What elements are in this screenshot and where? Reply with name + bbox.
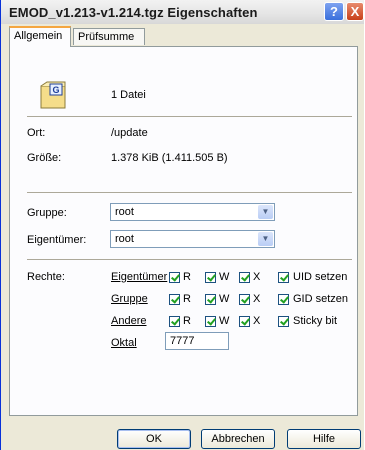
sticky-checkbox[interactable] (278, 316, 289, 327)
other-exec-label: X (253, 315, 261, 327)
general-panel: G 1 Datei Ort: /update Größe: 1.378 KiB … (9, 46, 358, 416)
rights-owner-label: Eigentümer (111, 271, 168, 283)
cancel-button[interactable]: Abbrechen (201, 429, 275, 449)
title-bar[interactable]: EMOD_v1.213-v1.214.tgz Eigenschaften ? X (1, 0, 364, 24)
svg-text:G: G (52, 85, 59, 95)
ok-button[interactable]: OK (117, 429, 191, 449)
owner-write-checkbox[interactable] (205, 272, 216, 283)
properties-dialog: EMOD_v1.213-v1.214.tgz Eigenschaften ? X… (0, 0, 364, 450)
divider (27, 116, 352, 117)
other-read-label: R (183, 315, 191, 327)
size-value: 1.378 KiB (1.411.505 B) (111, 152, 228, 164)
owner-select-value: root (115, 233, 134, 245)
owner-read-checkbox[interactable] (169, 272, 180, 283)
group-select-value: root (115, 206, 134, 218)
octal-input[interactable] (165, 332, 229, 350)
help-icon[interactable]: ? (324, 2, 344, 21)
owner-select[interactable]: root ▼ (110, 230, 275, 248)
rights-other-label: Andere (111, 315, 147, 327)
group-read-label: R (183, 293, 191, 305)
divider (27, 259, 352, 260)
group-exec-label: X (253, 293, 261, 305)
divider (27, 192, 352, 193)
uid-label: UID setzen (293, 271, 348, 283)
sticky-label: Sticky bit (293, 315, 338, 327)
group-write-checkbox[interactable] (205, 294, 216, 305)
tab-allgemein[interactable]: Allgemein (9, 26, 71, 47)
help-button[interactable]: Hilfe (287, 429, 361, 449)
tab-pruefsumme[interactable]: Prüfsumme (73, 28, 145, 45)
gid-label: GID setzen (293, 293, 349, 305)
owner-read-label: R (183, 271, 191, 283)
other-write-checkbox[interactable] (205, 316, 216, 327)
file-count: 1 Datei (111, 89, 146, 101)
archive-file-icon: G (40, 81, 66, 109)
uid-checkbox[interactable] (278, 272, 289, 283)
location-value: /update (111, 127, 148, 139)
other-exec-checkbox[interactable] (239, 316, 250, 327)
rights-label: Rechte: (27, 271, 65, 283)
other-write-label: W (219, 315, 230, 327)
other-read-checkbox[interactable] (169, 316, 180, 327)
group-write-label: W (219, 293, 230, 305)
owner-write-label: W (219, 271, 230, 283)
window-title: EMOD_v1.213-v1.214.tgz Eigenschaften (9, 5, 258, 20)
octal-label: Oktal (111, 337, 137, 349)
group-label: Gruppe: (27, 207, 67, 219)
group-exec-checkbox[interactable] (239, 294, 250, 305)
rights-group-label: Gruppe (111, 293, 148, 305)
location-label: Ort: (27, 127, 46, 139)
close-icon[interactable]: X (346, 2, 364, 21)
owner-label: Eigentümer: (27, 234, 87, 246)
gid-checkbox[interactable] (278, 294, 289, 305)
chevron-down-icon[interactable]: ▼ (258, 205, 273, 219)
group-read-checkbox[interactable] (169, 294, 180, 305)
size-label: Größe: (27, 152, 62, 164)
group-select[interactable]: root ▼ (110, 203, 275, 221)
chevron-down-icon[interactable]: ▼ (258, 232, 273, 246)
owner-exec-checkbox[interactable] (239, 272, 250, 283)
owner-exec-label: X (253, 271, 261, 283)
